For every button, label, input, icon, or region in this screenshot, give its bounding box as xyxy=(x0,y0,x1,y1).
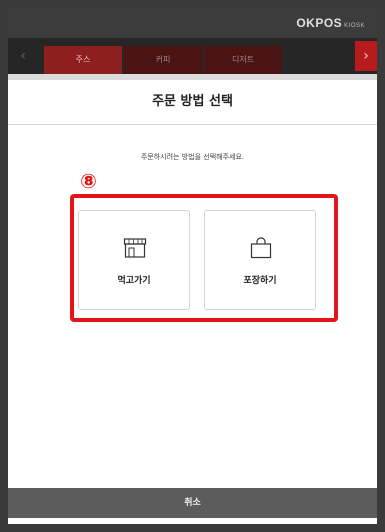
order-method-modal: 주문 방법 선택 주문하시려는 방법을 선택해주세요. ⑧ 먹고가기 포장하기 xyxy=(8,80,377,524)
dine-in-button[interactable]: 먹고가기 xyxy=(78,210,190,310)
top-bar: OKPOS KIOSK xyxy=(8,8,377,38)
brand-name: OKPOS xyxy=(296,16,343,30)
brand-sub: KIOSK xyxy=(344,23,365,29)
tab-dessert[interactable]: 디저트 xyxy=(204,46,282,74)
dine-in-label: 먹고가기 xyxy=(117,276,151,286)
takeout-button[interactable]: 포장하기 xyxy=(204,210,316,310)
category-tab-bar: ‹ 주스 커피 디저트 › xyxy=(8,38,377,74)
tab-coffee[interactable]: 커피 xyxy=(124,46,202,74)
step-marker: ⑧ xyxy=(80,169,97,193)
store-icon xyxy=(123,238,147,258)
chevron-right-icon[interactable]: › xyxy=(355,41,377,71)
modal-title: 주문 방법 선택 xyxy=(8,80,377,125)
cancel-button[interactable]: 취소 xyxy=(8,488,377,518)
chevron-left-icon[interactable]: ‹ xyxy=(14,44,32,68)
shopping-bag-icon xyxy=(250,237,272,259)
brand-logo: OKPOS KIOSK xyxy=(296,16,365,30)
instruction-text: 주문하시려는 방법을 선택해주세요. xyxy=(140,153,245,161)
takeout-label: 포장하기 xyxy=(243,276,277,286)
tab-juice[interactable]: 주스 xyxy=(44,46,122,74)
kiosk-screen: OKPOS KIOSK ‹ 주스 커피 디저트 › 주문 방법 선택 주문하시려는… xyxy=(8,8,377,524)
